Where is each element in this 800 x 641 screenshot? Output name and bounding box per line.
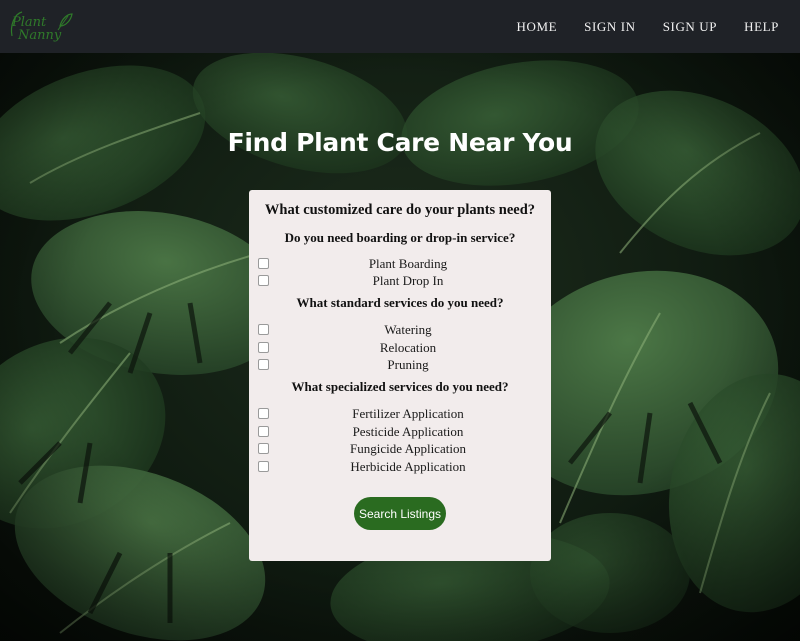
herbicide-label: Herbicide Application: [350, 459, 466, 474]
relocation-label: Relocation: [379, 340, 437, 355]
option-pruning: Pruning: [249, 357, 551, 374]
care-form-card: What customized care do your plants need…: [249, 190, 551, 561]
hero-title: Find Plant Care Near You: [227, 128, 573, 157]
form-title: What customized care do your plants need…: [264, 202, 536, 218]
nav-sign-in-link[interactable]: SIGN IN: [584, 19, 636, 35]
boarding-question: Do you need boarding or drop-in service?: [284, 230, 516, 245]
watering-label: Watering: [384, 322, 432, 337]
pesticide-label: Pesticide Application: [352, 424, 464, 439]
option-watering: Watering: [249, 322, 551, 339]
option-pesticide: Pesticide Application: [249, 424, 551, 441]
fertilizer-label: Fertilizer Application: [352, 406, 464, 421]
logo[interactable]: Plant Nanny: [8, 6, 74, 44]
nav-help-link[interactable]: HELP: [744, 19, 779, 35]
navbar: Plant Nanny HOME SIGN IN SIGN UP HELP: [0, 0, 800, 53]
standard-services-question: What standard services do you need?: [296, 295, 504, 310]
plant-boarding-label: Plant Boarding: [368, 256, 448, 271]
specialized-services-question: What specialized services do you need?: [291, 379, 509, 394]
pruning-label: Pruning: [387, 357, 429, 372]
search-listings-button[interactable]: Search Listings: [354, 497, 446, 530]
option-fertilizer: Fertilizer Application: [249, 406, 551, 423]
nav-sign-up-link[interactable]: SIGN UP: [663, 19, 717, 35]
logo-text-bottom: Nanny: [17, 28, 62, 43]
nav-home-link[interactable]: HOME: [516, 19, 557, 35]
plant-logo-icon: Plant Nanny: [10, 11, 73, 43]
nav-links: HOME SIGN IN SIGN UP HELP: [516, 0, 800, 53]
option-herbicide: Herbicide Application: [249, 459, 551, 476]
option-fungicide: Fungicide Application: [249, 441, 551, 458]
option-plant-boarding: Plant Boarding: [249, 256, 551, 273]
plant-drop-in-label: Plant Drop In: [372, 273, 444, 288]
fungicide-label: Fungicide Application: [350, 441, 466, 456]
option-relocation: Relocation: [249, 340, 551, 357]
option-plant-drop-in: Plant Drop In: [249, 273, 551, 290]
